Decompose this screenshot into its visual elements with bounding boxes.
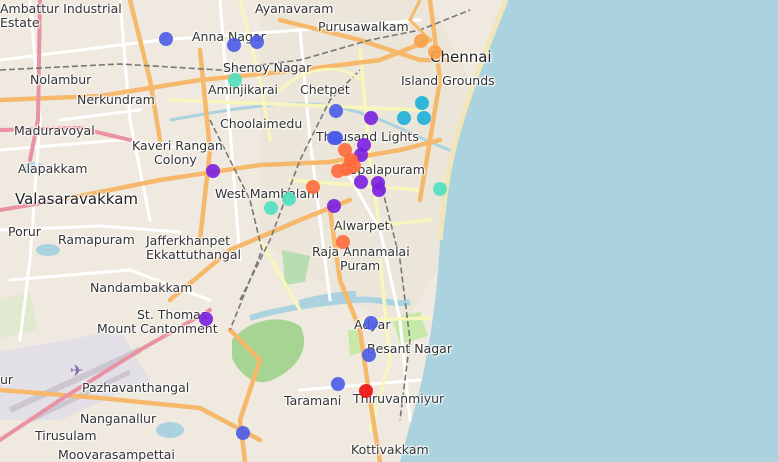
map-marker-turquoise[interactable] xyxy=(228,73,242,87)
label-porur: Porur xyxy=(8,224,41,239)
label-nolambur: Nolambur xyxy=(30,72,92,87)
label-tirusulam: Tirusulam xyxy=(35,428,97,443)
label-besant-nagar: Besant Nagar xyxy=(367,341,452,356)
map-marker-cyan[interactable] xyxy=(417,111,431,125)
map-marker-orange[interactable] xyxy=(331,164,345,178)
label-jafferkhanpet-ekkattuthangal: Jafferkhanpet Ekkattuthangal xyxy=(146,233,242,262)
label-valasaravakkam: Valasaravakkam xyxy=(15,190,138,208)
map-marker-purple[interactable] xyxy=(327,199,341,213)
label-ramapuram: Ramapuram xyxy=(58,232,135,247)
svg-text:✈: ✈ xyxy=(70,361,83,380)
label-purusawalkam: Purusawalkam xyxy=(318,19,409,34)
label-chetpet: Chetpet xyxy=(300,82,350,97)
label-kaveri-rangan-colony: Kaveri Rangan Colony xyxy=(132,138,223,167)
label-aminjikarai: Aminjikarai xyxy=(208,82,279,97)
label-ayanavaram: Ayanavaram xyxy=(255,1,334,16)
map-canvas[interactable]: ✈ Ambattur Industrial Estate Anna Nagar … xyxy=(0,0,778,462)
map-marker-purple[interactable] xyxy=(199,312,213,326)
map-marker-purple[interactable] xyxy=(372,183,386,197)
map-marker-orange[interactable] xyxy=(336,235,350,249)
label-nerkundram: Nerkundram xyxy=(77,92,155,107)
label-raja-annamalai-puram: Raja Annamalai Puram xyxy=(312,244,410,273)
label-island-grounds: Island Grounds xyxy=(401,73,495,88)
label-choolaimedu: Choolaimedu xyxy=(220,116,303,131)
map-marker-lightorange[interactable] xyxy=(428,45,442,59)
map-marker-turquoise[interactable] xyxy=(433,182,447,196)
map-marker-blue[interactable] xyxy=(227,38,241,52)
label-alwarpet: Alwarpet xyxy=(334,218,390,233)
map-marker-blue[interactable] xyxy=(362,348,376,362)
map-marker-red[interactable] xyxy=(359,384,373,398)
map-marker-turquoise[interactable] xyxy=(282,192,296,206)
map-marker-blue[interactable] xyxy=(364,316,378,330)
label-maduravoyal: Maduravoyal xyxy=(14,123,95,138)
map-marker-blue[interactable] xyxy=(327,131,341,145)
map-marker-blue[interactable] xyxy=(236,426,250,440)
map-marker-purple[interactable] xyxy=(206,164,220,178)
label-alapakkam: Alapakkam xyxy=(18,161,88,176)
map-marker-orange[interactable] xyxy=(306,180,320,194)
label-taramani: Taramani xyxy=(284,393,342,408)
label-nandambakkam: Nandambakkam xyxy=(90,280,193,295)
map-marker-blue[interactable] xyxy=(159,32,173,46)
label-nanganallur: Nanganallur xyxy=(80,411,157,426)
map-marker-blue[interactable] xyxy=(329,104,343,118)
map-marker-blue[interactable] xyxy=(250,35,264,49)
label-moovarasampettai: Moovarasampettai xyxy=(58,447,175,462)
label-west-mambalam: West Mambalam xyxy=(215,186,320,201)
map-marker-turquoise[interactable] xyxy=(264,201,278,215)
map-marker-purple[interactable] xyxy=(364,111,378,125)
map-marker-cyan[interactable] xyxy=(397,111,411,125)
label-pazhavanthangal: Pazhavanthangal xyxy=(82,380,190,395)
label-ur: ur xyxy=(0,372,14,387)
map-marker-purple[interactable] xyxy=(354,175,368,189)
map-marker-blue[interactable] xyxy=(331,377,345,391)
label-kottivakkam: Kottivakkam xyxy=(351,442,429,457)
label-ambattur-industrial-estate: Ambattur Industrial Estate xyxy=(0,1,122,30)
map-marker-lightorange[interactable] xyxy=(414,34,428,48)
map-marker-cyan[interactable] xyxy=(415,96,429,110)
